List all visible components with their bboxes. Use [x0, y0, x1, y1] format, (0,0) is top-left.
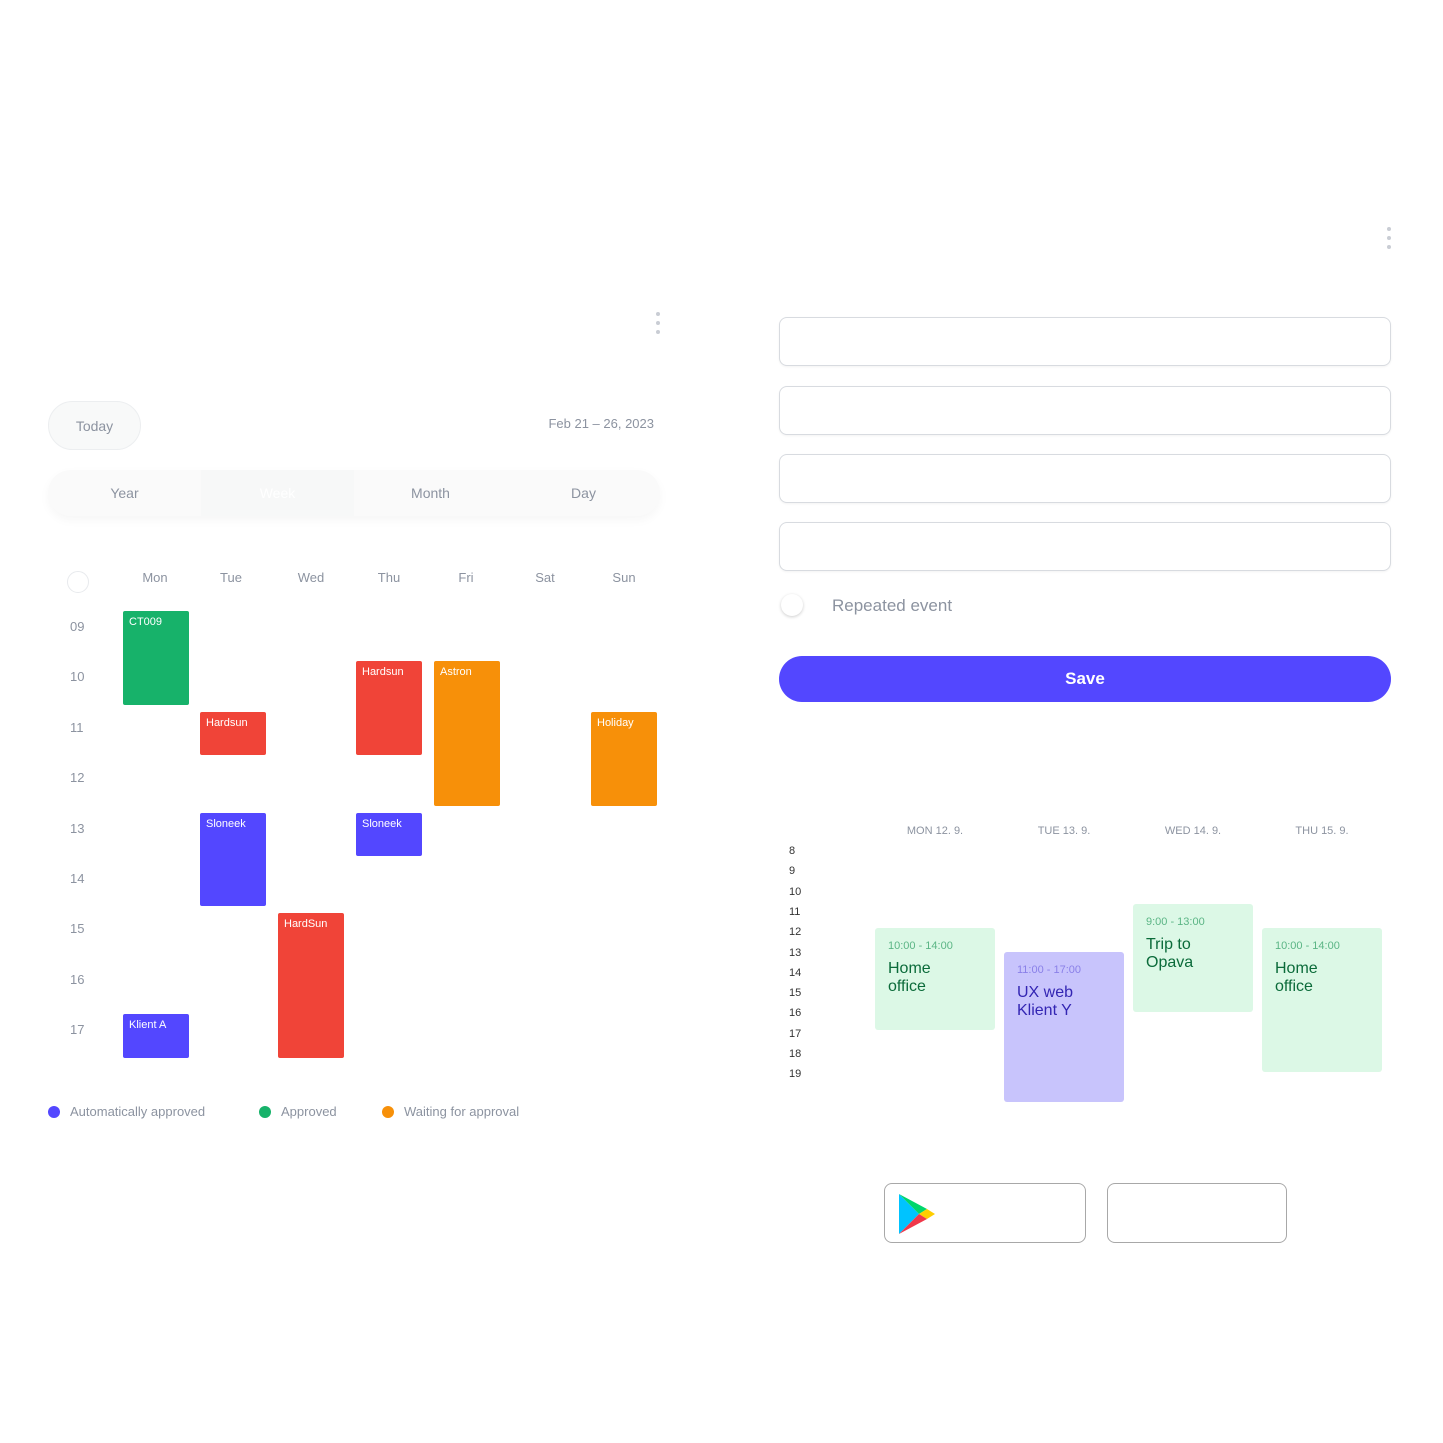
hour-label: 17 — [70, 1022, 85, 1038]
legend-item: Waiting for approval — [382, 1104, 519, 1119]
event-title: Hardsun — [206, 716, 248, 729]
form-field-4[interactable] — [779, 522, 1391, 571]
repeated-event-label: Repeated event — [832, 596, 953, 615]
event-title: Sloneek — [362, 817, 402, 830]
event-time: 9:00 - 13:00 — [1146, 916, 1205, 928]
view-tabs: Year Week Month Day — [48, 470, 660, 516]
event-title: Astron — [440, 666, 472, 679]
event-title: CT009 — [129, 616, 163, 628]
hour-label: 14 — [789, 966, 802, 979]
today-button[interactable]: Today — [48, 401, 141, 450]
hour-label: 14 — [70, 871, 85, 886]
day-header: Sat — [535, 570, 555, 585]
legend-item: Automatically approved — [48, 1104, 205, 1119]
hour-label: 8 — [789, 845, 796, 857]
app-store-button[interactable] — [1107, 1183, 1287, 1243]
hour-label: 12 — [789, 926, 802, 939]
more-options-icon[interactable] — [656, 312, 662, 339]
form-field-2[interactable] — [779, 386, 1391, 435]
calendar-event[interactable]: 11:00 - 17:00 UX web Klient Y — [1004, 952, 1124, 1102]
calendar-event[interactable]: Sloneek — [356, 812, 422, 856]
save-button[interactable]: Save — [779, 656, 1391, 702]
event-title: Sloneek — [206, 817, 246, 830]
legend-item: Approved — [259, 1104, 337, 1119]
hour-label: 12 — [70, 770, 85, 786]
day-header: Thu — [377, 570, 401, 585]
calendar-event[interactable]: 9:00 - 13:00 Trip to Opava — [1133, 904, 1253, 1012]
hour-label: 15 — [70, 921, 85, 937]
calendar-event[interactable]: Sloneek — [200, 812, 266, 907]
event-title: UX web Klient Y — [1017, 984, 1074, 1019]
calendar-event[interactable]: CT009 — [123, 611, 189, 705]
hour-label: 11 — [789, 905, 801, 918]
clock-icon — [67, 571, 89, 593]
event-title: Holiday — [597, 716, 634, 729]
calendar-event[interactable]: Holiday — [591, 711, 657, 806]
event-title: HardSun — [284, 918, 328, 931]
hour-label: 16 — [789, 1007, 802, 1020]
form-field-3[interactable] — [779, 454, 1391, 503]
day-header: Fri — [458, 570, 474, 585]
tab-day[interactable]: Day — [507, 470, 660, 516]
calendar-event[interactable]: 10:00 - 14:00 Home office — [875, 928, 995, 1030]
hour-label: 10 — [789, 885, 802, 898]
calendar-event[interactable]: Hardsun — [356, 661, 422, 756]
hour-label: 19 — [789, 1068, 802, 1081]
day-header: Wed — [297, 570, 325, 585]
google-play-icon — [899, 1194, 935, 1234]
event-title: Hardsun — [362, 666, 404, 679]
event-time: 10:00 - 14:00 — [888, 940, 953, 952]
form-field-1[interactable] — [779, 317, 1391, 366]
event-time: 11:00 - 17:00 — [1017, 964, 1082, 976]
hour-label: 13 — [789, 946, 802, 959]
calendar-event[interactable]: HardSun — [278, 913, 344, 1058]
hour-label: 10 — [70, 669, 85, 685]
event-title: Home office — [1275, 960, 1318, 995]
hour-label: 9 — [789, 865, 796, 878]
day-header: Sun — [612, 570, 636, 585]
google-play-button[interactable] — [884, 1183, 1086, 1243]
hour-label: 16 — [70, 971, 85, 987]
day-header: Mon — [142, 570, 168, 585]
day-header: MON 12. 9. — [906, 825, 964, 837]
day-header: WED 14. 9. — [1164, 825, 1222, 837]
hour-label: 18 — [789, 1048, 802, 1060]
date-range: Feb 21 – 26, 2023 — [548, 416, 654, 431]
more-options-icon[interactable] — [1387, 227, 1393, 254]
calendar-event[interactable]: 10:00 - 14:00 Home office — [1262, 928, 1382, 1072]
tab-year[interactable]: Year — [48, 470, 201, 516]
day-header: Tue — [220, 570, 242, 585]
event-title: Home office — [888, 960, 931, 995]
day-header: THU 15. 9. — [1295, 825, 1349, 837]
calendar-event[interactable]: Astron — [434, 661, 500, 806]
repeated-event-toggle[interactable] — [781, 594, 803, 616]
tab-month[interactable]: Month — [354, 470, 507, 516]
event-title: Klient A — [129, 1019, 167, 1032]
tab-week[interactable]: Week — [201, 470, 354, 516]
hour-label: 09 — [70, 619, 85, 634]
event-title: Trip to Opava — [1146, 936, 1194, 971]
calendar-event[interactable]: Klient A — [123, 1014, 189, 1058]
hour-label: 11 — [70, 719, 84, 735]
day-header: TUE 13. 9. — [1037, 825, 1091, 837]
hour-label: 15 — [789, 987, 802, 1000]
calendar-event[interactable]: Hardsun — [200, 711, 266, 756]
hour-label: 17 — [789, 1027, 802, 1040]
hour-label: 13 — [70, 820, 85, 836]
event-time: 10:00 - 14:00 — [1275, 940, 1340, 952]
